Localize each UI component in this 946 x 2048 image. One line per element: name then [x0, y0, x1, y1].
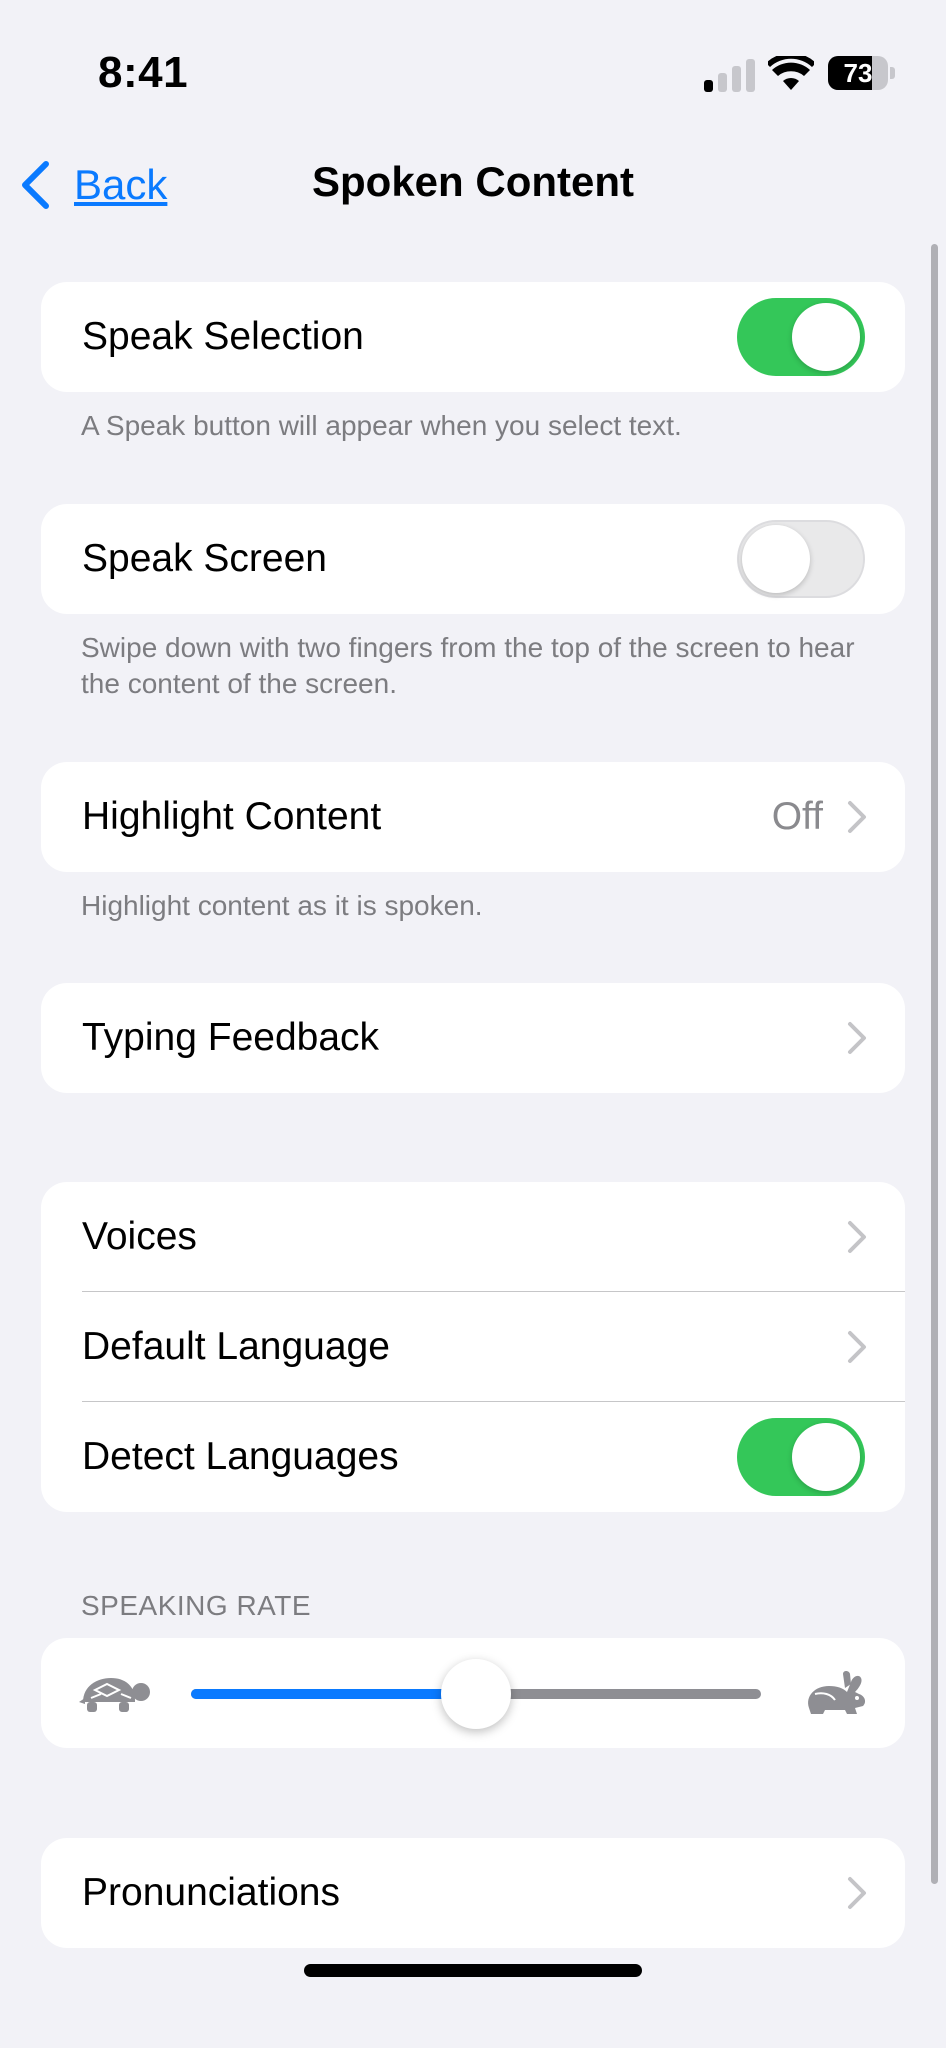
- default-language-row[interactable]: Default Language: [41, 1292, 905, 1402]
- signal-bar: [718, 73, 727, 92]
- detect-languages-label: Detect Languages: [82, 1435, 399, 1478]
- toggle-knob: [792, 1423, 860, 1491]
- battery-percentage: 73: [843, 58, 873, 88]
- highlight-content-footer: Highlight content as it is spoken.: [81, 890, 483, 921]
- navigation-bar: Back Spoken Content: [0, 140, 946, 230]
- battery-cap: [890, 67, 895, 79]
- speaking-rate-slider-fill: [191, 1689, 476, 1699]
- speak-selection-row: Speak Selection: [41, 282, 905, 392]
- signal-bar: [704, 80, 713, 92]
- speak-screen-toggle[interactable]: [737, 520, 865, 598]
- speak-selection-group: Speak Selection: [41, 282, 905, 392]
- home-indicator[interactable]: [304, 1964, 642, 1977]
- detect-languages-toggle[interactable]: [737, 1418, 865, 1496]
- speak-selection-footer: A Speak button will appear when you sele…: [81, 410, 682, 441]
- toggle-knob: [792, 303, 860, 371]
- rabbit-icon: [808, 1671, 866, 1714]
- typing-feedback-row[interactable]: Typing Feedback: [41, 983, 905, 1093]
- speaking-rate-slider-thumb[interactable]: [441, 1659, 511, 1729]
- turtle-icon: [79, 1678, 150, 1712]
- speaking-rate-slider-row: [41, 1638, 905, 1748]
- voices-group: Voices Default Language Detect Languages: [41, 1182, 905, 1512]
- speaking-rate-group: [41, 1638, 905, 1748]
- speak-screen-row: Speak Screen: [41, 504, 905, 614]
- detect-languages-row: Detect Languages: [41, 1402, 905, 1512]
- speak-screen-footer: Swipe down with two fingers from the top…: [81, 632, 855, 699]
- wifi-icon: [768, 56, 814, 90]
- highlight-content-row[interactable]: Highlight Content Off: [41, 762, 905, 872]
- chevron-right-icon: [848, 1877, 866, 1909]
- voices-label: Voices: [82, 1215, 197, 1258]
- speak-screen-label: Speak Screen: [82, 537, 327, 580]
- chevron-right-icon: [848, 1221, 866, 1253]
- toggle-knob: [742, 525, 810, 593]
- highlight-content-label: Highlight Content: [82, 795, 382, 838]
- cellular-signal-icon: [704, 58, 758, 92]
- battery-body: 73: [828, 56, 888, 90]
- status-bar: 8:41 73: [0, 0, 946, 150]
- voices-row[interactable]: Voices: [41, 1182, 905, 1292]
- chevron-right-icon: [848, 1022, 866, 1054]
- typing-feedback-group: Typing Feedback: [41, 983, 905, 1093]
- signal-bar: [732, 66, 741, 92]
- default-language-label: Default Language: [82, 1325, 390, 1368]
- speak-selection-label: Speak Selection: [82, 315, 364, 358]
- pronunciations-label: Pronunciations: [82, 1871, 340, 1914]
- chevron-right-icon: [848, 801, 866, 833]
- chevron-right-icon: [848, 1331, 866, 1363]
- highlight-content-value: Off: [771, 795, 823, 838]
- status-time: 8:41: [98, 48, 189, 97]
- speak-selection-toggle[interactable]: [737, 298, 865, 376]
- speak-screen-group: Speak Screen: [41, 504, 905, 614]
- page-title: Spoken Content: [312, 158, 634, 205]
- highlight-content-group: Highlight Content Off: [41, 762, 905, 872]
- vertical-scrollbar[interactable]: [931, 244, 938, 1884]
- speaking-rate-header: SPEAKING RATE: [81, 1590, 312, 1621]
- typing-feedback-label: Typing Feedback: [82, 1016, 380, 1059]
- pronunciations-group: Pronunciations: [41, 1838, 905, 1948]
- signal-bar: [746, 59, 755, 92]
- battery-icon: 73: [828, 56, 896, 90]
- pronunciations-row[interactable]: Pronunciations: [41, 1838, 905, 1948]
